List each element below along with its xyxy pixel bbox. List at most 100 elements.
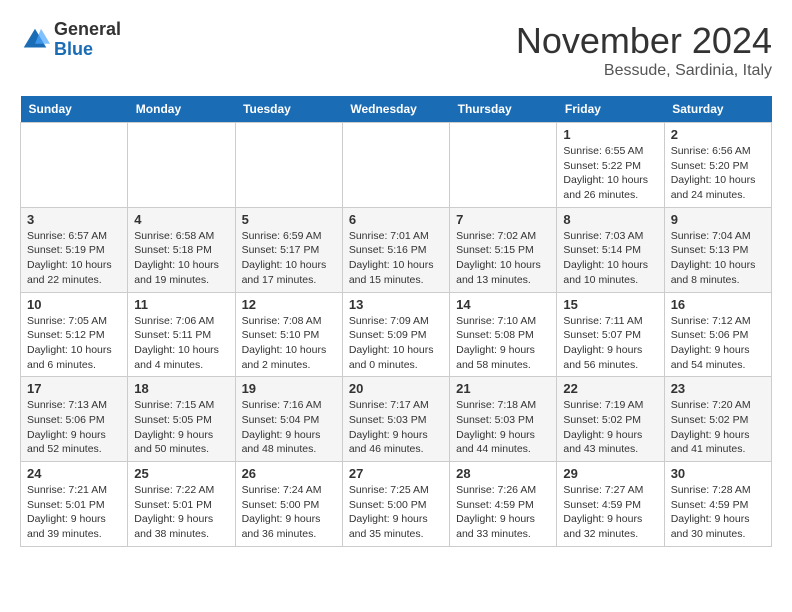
calendar-week-4: 17Sunrise: 7:13 AM Sunset: 5:06 PM Dayli… [21,377,772,462]
day-info: Sunrise: 7:02 AM Sunset: 5:15 PM Dayligh… [456,229,550,288]
day-number: 8 [563,212,657,227]
day-number: 24 [27,466,121,481]
day-number: 27 [349,466,443,481]
calendar-cell: 21 Sunrise: 7:18 AM Sunset: 5:03 PM Dayli… [450,377,557,462]
day-info: Sunrise: 7:03 AM Sunset: 5:14 PM Dayligh… [563,229,657,288]
calendar-cell: 19 Sunrise: 7:16 AM Sunset: 5:04 PM Dayli… [235,377,342,462]
day-info: Sunrise: 6:56 AM Sunset: 5:20 PM Dayligh… [671,144,765,203]
weekday-header-wednesday: Wednesday [342,96,449,123]
day-info: Sunrise: 7:18 AM Sunset: 5:03 PM Dayligh… [456,398,550,457]
day-number: 4 [134,212,228,227]
calendar-cell: 1 Sunrise: 6:55 AM Sunset: 5:22 PM Daylig… [557,123,664,208]
logo-general-text: General [54,20,121,40]
day-info: Sunrise: 7:20 AM Sunset: 5:02 PM Dayligh… [671,398,765,457]
weekday-header-thursday: Thursday [450,96,557,123]
day-number: 6 [349,212,443,227]
calendar-cell [235,123,342,208]
calendar-cell: 11 Sunrise: 7:06 AM Sunset: 5:11 PM Dayli… [128,292,235,377]
day-info: Sunrise: 7:04 AM Sunset: 5:13 PM Dayligh… [671,229,765,288]
calendar-cell: 28 Sunrise: 7:26 AM Sunset: 4:59 PM Dayli… [450,462,557,547]
day-info: Sunrise: 7:16 AM Sunset: 5:04 PM Dayligh… [242,398,336,457]
calendar-week-2: 3 Sunrise: 6:57 AM Sunset: 5:19 PM Daylig… [21,207,772,292]
day-number: 20 [349,381,443,396]
day-info: Sunrise: 6:58 AM Sunset: 5:18 PM Dayligh… [134,229,228,288]
weekday-header-monday: Monday [128,96,235,123]
month-title: November 2024 [516,20,772,62]
day-info: Sunrise: 7:27 AM Sunset: 4:59 PM Dayligh… [563,483,657,542]
day-number: 9 [671,212,765,227]
calendar-cell: 14 Sunrise: 7:10 AM Sunset: 5:08 PM Dayli… [450,292,557,377]
calendar-cell: 16 Sunrise: 7:12 AM Sunset: 5:06 PM Dayli… [664,292,771,377]
calendar-cell: 23 Sunrise: 7:20 AM Sunset: 5:02 PM Dayli… [664,377,771,462]
day-number: 1 [563,127,657,142]
day-number: 3 [27,212,121,227]
day-info: Sunrise: 7:26 AM Sunset: 4:59 PM Dayligh… [456,483,550,542]
header: General Blue November 2024 Bessude, Sard… [20,20,772,80]
day-number: 30 [671,466,765,481]
calendar-cell: 30Sunrise: 7:28 AM Sunset: 4:59 PM Dayli… [664,462,771,547]
day-info: Sunrise: 6:55 AM Sunset: 5:22 PM Dayligh… [563,144,657,203]
calendar-week-1: 1 Sunrise: 6:55 AM Sunset: 5:22 PM Daylig… [21,123,772,208]
weekday-header-row: SundayMondayTuesdayWednesdayThursdayFrid… [21,96,772,123]
day-number: 13 [349,297,443,312]
title-section: November 2024 Bessude, Sardinia, Italy [516,20,772,80]
day-number: 18 [134,381,228,396]
calendar-cell: 15 Sunrise: 7:11 AM Sunset: 5:07 PM Dayli… [557,292,664,377]
calendar-week-3: 10Sunrise: 7:05 AM Sunset: 5:12 PM Dayli… [21,292,772,377]
day-info: Sunrise: 6:59 AM Sunset: 5:17 PM Dayligh… [242,229,336,288]
logo-blue-text: Blue [54,40,121,60]
day-number: 17 [27,381,121,396]
day-info: Sunrise: 7:09 AM Sunset: 5:09 PM Dayligh… [349,314,443,373]
day-number: 16 [671,297,765,312]
day-info: Sunrise: 7:06 AM Sunset: 5:11 PM Dayligh… [134,314,228,373]
day-info: Sunrise: 7:01 AM Sunset: 5:16 PM Dayligh… [349,229,443,288]
day-info: Sunrise: 7:24 AM Sunset: 5:00 PM Dayligh… [242,483,336,542]
day-info: Sunrise: 7:21 AM Sunset: 5:01 PM Dayligh… [27,483,121,542]
day-number: 28 [456,466,550,481]
location: Bessude, Sardinia, Italy [516,62,772,80]
calendar-cell: 17Sunrise: 7:13 AM Sunset: 5:06 PM Dayli… [21,377,128,462]
calendar-cell: 24 Sunrise: 7:21 AM Sunset: 5:01 PM Dayli… [21,462,128,547]
calendar-cell: 25Sunrise: 7:22 AM Sunset: 5:01 PM Dayli… [128,462,235,547]
calendar-cell: 27 Sunrise: 7:25 AM Sunset: 5:00 PM Dayli… [342,462,449,547]
calendar-cell: 7 Sunrise: 7:02 AM Sunset: 5:15 PM Daylig… [450,207,557,292]
day-number: 7 [456,212,550,227]
calendar-cell: 20 Sunrise: 7:17 AM Sunset: 5:03 PM Dayli… [342,377,449,462]
day-number: 14 [456,297,550,312]
day-info: Sunrise: 7:25 AM Sunset: 5:00 PM Dayligh… [349,483,443,542]
day-info: Sunrise: 7:10 AM Sunset: 5:08 PM Dayligh… [456,314,550,373]
calendar-week-5: 24 Sunrise: 7:21 AM Sunset: 5:01 PM Dayli… [21,462,772,547]
calendar-cell: 22Sunrise: 7:19 AM Sunset: 5:02 PM Dayli… [557,377,664,462]
calendar-cell: 10Sunrise: 7:05 AM Sunset: 5:12 PM Dayli… [21,292,128,377]
day-number: 19 [242,381,336,396]
day-number: 29 [563,466,657,481]
day-number: 2 [671,127,765,142]
calendar-cell: 6 Sunrise: 7:01 AM Sunset: 5:16 PM Daylig… [342,207,449,292]
calendar-cell: 8 Sunrise: 7:03 AM Sunset: 5:14 PM Daylig… [557,207,664,292]
day-info: Sunrise: 6:57 AM Sunset: 5:19 PM Dayligh… [27,229,121,288]
weekday-header-saturday: Saturday [664,96,771,123]
day-number: 10 [27,297,121,312]
day-number: 26 [242,466,336,481]
calendar-cell: 2 Sunrise: 6:56 AM Sunset: 5:20 PM Daylig… [664,123,771,208]
day-info: Sunrise: 7:17 AM Sunset: 5:03 PM Dayligh… [349,398,443,457]
day-info: Sunrise: 7:08 AM Sunset: 5:10 PM Dayligh… [242,314,336,373]
day-info: Sunrise: 7:15 AM Sunset: 5:05 PM Dayligh… [134,398,228,457]
calendar-cell [450,123,557,208]
day-info: Sunrise: 7:11 AM Sunset: 5:07 PM Dayligh… [563,314,657,373]
day-number: 23 [671,381,765,396]
logo-icon [20,25,50,55]
day-info: Sunrise: 7:12 AM Sunset: 5:06 PM Dayligh… [671,314,765,373]
day-number: 21 [456,381,550,396]
calendar-cell: 5Sunrise: 6:59 AM Sunset: 5:17 PM Daylig… [235,207,342,292]
day-number: 15 [563,297,657,312]
day-number: 22 [563,381,657,396]
calendar-cell: 12 Sunrise: 7:08 AM Sunset: 5:10 PM Dayli… [235,292,342,377]
weekday-header-friday: Friday [557,96,664,123]
logo: General Blue [20,20,121,60]
day-number: 11 [134,297,228,312]
calendar-cell [342,123,449,208]
day-number: 12 [242,297,336,312]
calendar-cell: 26 Sunrise: 7:24 AM Sunset: 5:00 PM Dayli… [235,462,342,547]
calendar-cell: 9 Sunrise: 7:04 AM Sunset: 5:13 PM Daylig… [664,207,771,292]
